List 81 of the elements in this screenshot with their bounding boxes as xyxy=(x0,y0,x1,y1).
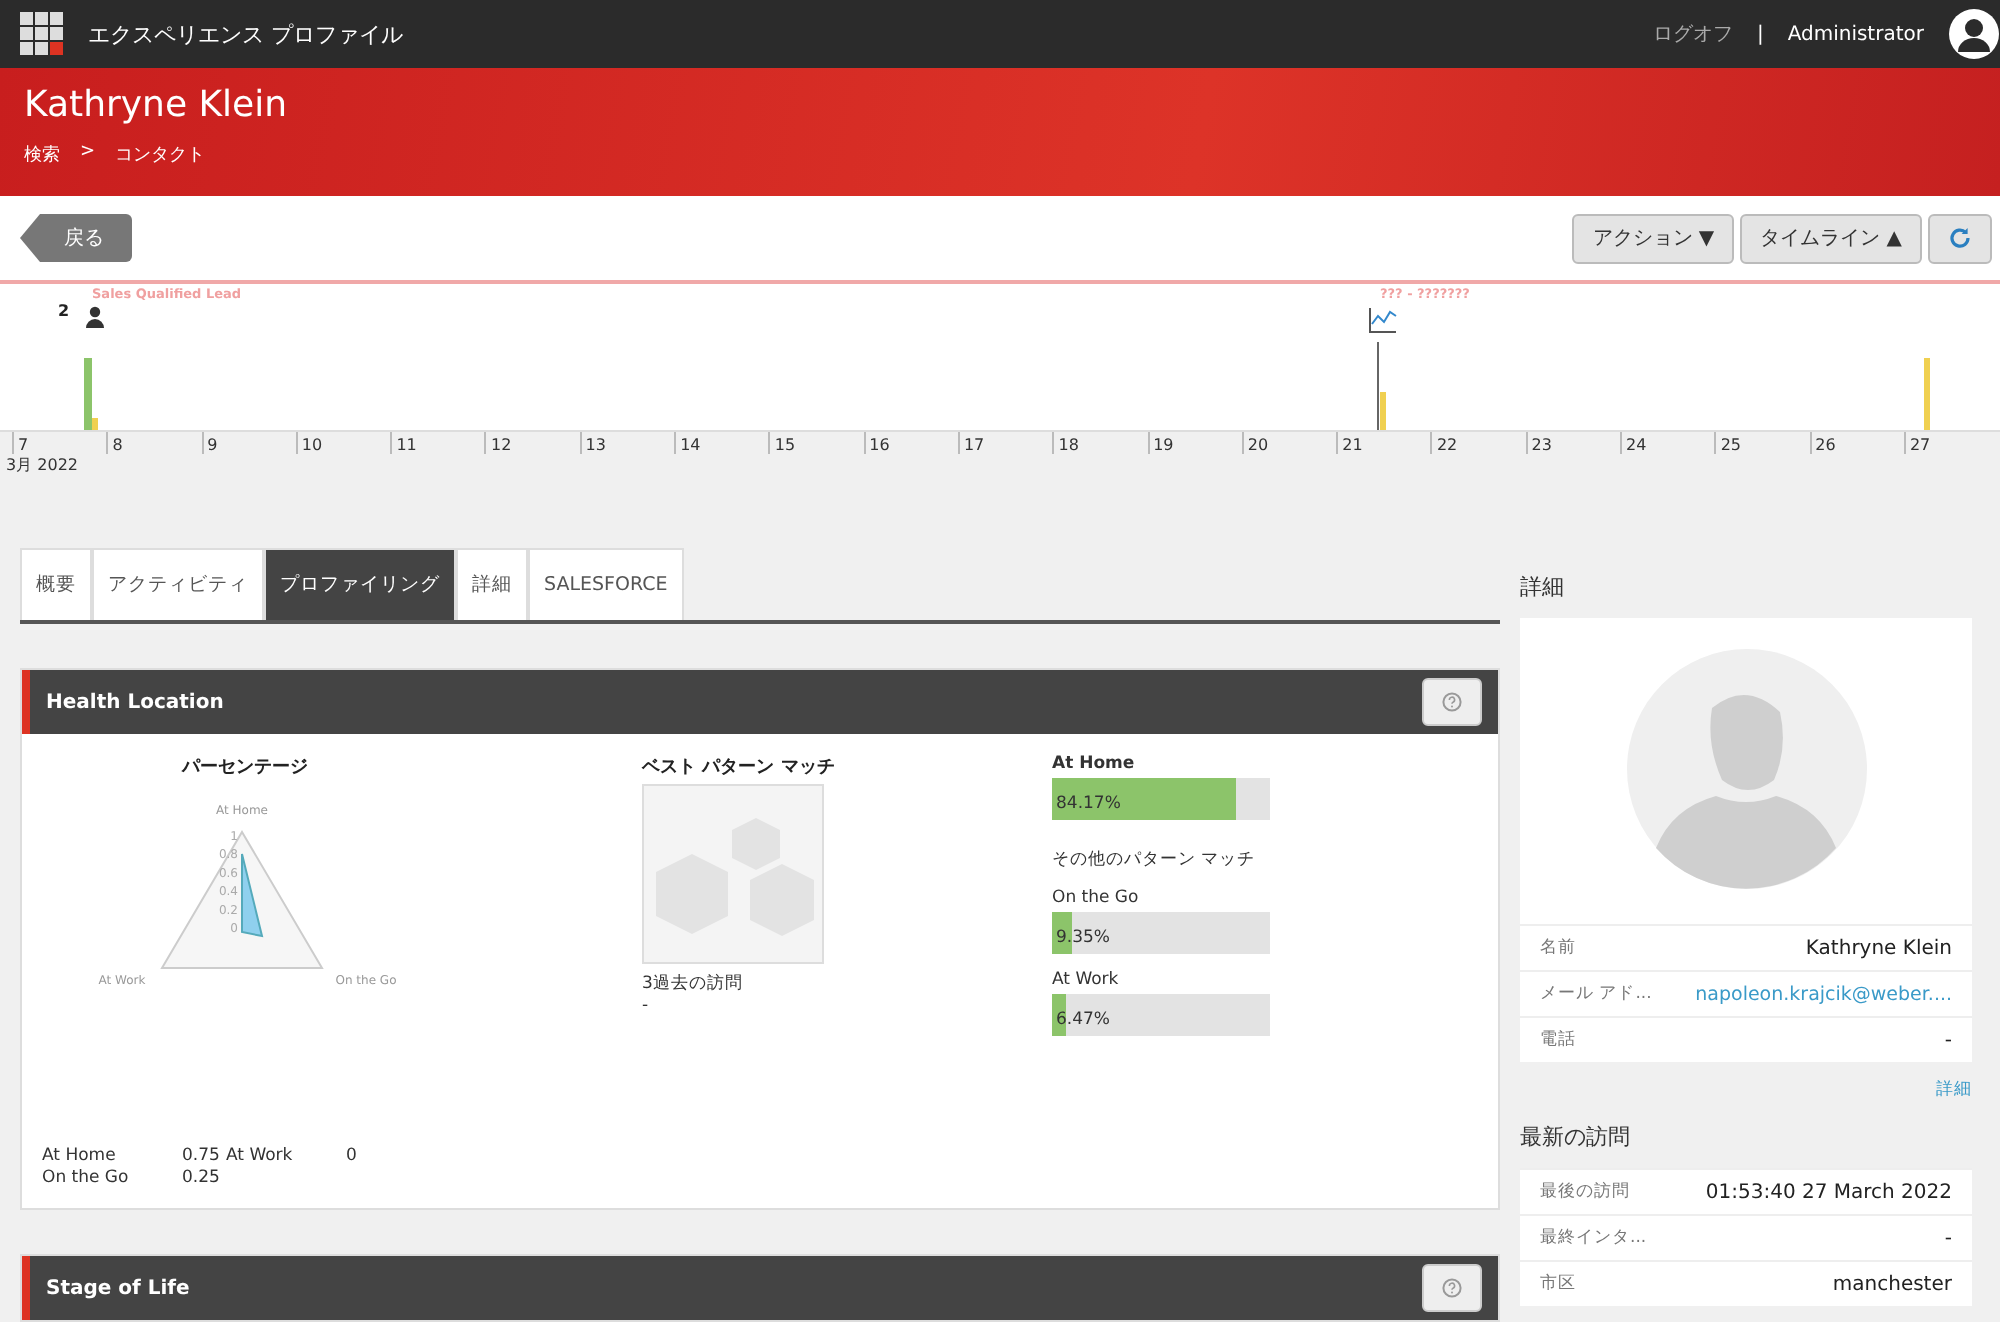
past-visits-value: - xyxy=(642,996,651,1016)
field-value: - xyxy=(1944,1227,1952,1249)
help-icon xyxy=(1442,692,1462,712)
app-grid-icon[interactable] xyxy=(20,12,64,56)
day-label: 14 xyxy=(674,432,769,454)
breadcrumb-link[interactable]: コンタクト xyxy=(115,142,206,168)
field-label: 市区 xyxy=(1540,1272,1576,1296)
chart-icon xyxy=(1368,306,1398,334)
radar-area xyxy=(241,853,264,938)
day-label: 15 xyxy=(768,432,864,454)
breadcrumb-link[interactable]: 検索 xyxy=(24,142,60,168)
day-label: 24 xyxy=(1620,432,1715,454)
field-label: 最後の訪問 xyxy=(1540,1180,1630,1204)
month-label: 3月 2022 xyxy=(4,454,80,476)
pattern-label: At Work xyxy=(1052,970,1121,990)
day-label: 22 xyxy=(1430,432,1526,454)
refresh-icon xyxy=(1948,226,1972,250)
day-label: 25 xyxy=(1714,432,1810,454)
score-value: 0.75 xyxy=(182,1146,222,1166)
day-label: 12 xyxy=(484,432,580,454)
day-label: 21 xyxy=(1336,432,1431,454)
panel-title: Stage of Life xyxy=(46,1277,190,1299)
day-label: 9 xyxy=(201,432,296,454)
tab[interactable]: SALESFORCE xyxy=(528,548,684,620)
pattern-label: On the Go xyxy=(1052,888,1141,908)
tab[interactable]: 詳細 xyxy=(456,548,528,620)
day-label: 8 xyxy=(106,432,202,454)
separator: | xyxy=(1756,23,1764,45)
logoff-link[interactable]: ログオフ xyxy=(1652,20,1733,48)
back-button[interactable]: 戻る xyxy=(20,214,132,262)
user-name[interactable]: Administrator xyxy=(1787,23,1924,45)
help-icon xyxy=(1442,1278,1462,1298)
progress-reading: 84.17% xyxy=(1056,794,1121,814)
field-label: 最終インタ... xyxy=(1540,1226,1647,1250)
day-label: 17 xyxy=(957,432,1053,454)
score-value: 0 xyxy=(346,1146,359,1166)
past-visits-label: 3過去の訪問 xyxy=(642,972,745,996)
day-label: 7 xyxy=(12,432,107,454)
field-value: Kathryne Klein xyxy=(1805,937,1952,959)
score-label: On the Go xyxy=(42,1168,131,1188)
day-label: 18 xyxy=(1052,432,1148,454)
avatar-silhouette-icon xyxy=(1625,648,1867,890)
breadcrumb-separator: > xyxy=(80,142,96,166)
section-title: 最新の訪問 xyxy=(1520,1122,1632,1152)
score-label: At Home xyxy=(42,1146,118,1166)
pattern-label: At Home xyxy=(1052,754,1137,774)
field-label: 電話 xyxy=(1540,1028,1576,1052)
contact-name: Kathryne Klein xyxy=(24,84,290,126)
chart-title: ベスト パターン マッチ xyxy=(642,756,837,780)
day-label: 13 xyxy=(579,432,675,454)
day-label: 26 xyxy=(1809,432,1904,454)
day-label: 20 xyxy=(1241,432,1337,454)
day-label: 10 xyxy=(295,432,391,454)
tab[interactable]: プロファイリング xyxy=(264,548,456,620)
score-label: At Work xyxy=(226,1146,295,1166)
tab[interactable]: アクティビティ xyxy=(92,548,264,620)
section-title: 詳細 xyxy=(1520,572,1566,602)
field-label: メール アド... xyxy=(1540,982,1652,1006)
panel-title: Health Location xyxy=(46,691,224,713)
tab[interactable]: 概要 xyxy=(20,548,92,620)
timeline-button[interactable]: タイムライン ▲ xyxy=(1740,213,1922,263)
help-button[interactable] xyxy=(1422,1264,1482,1312)
field-value: - xyxy=(1944,1029,1952,1051)
actions-button[interactable]: アクション ▼ xyxy=(1572,213,1735,263)
event-count: 2 xyxy=(58,302,70,320)
help-button[interactable] xyxy=(1422,678,1482,726)
day-label: 23 xyxy=(1525,432,1621,454)
day-label: 11 xyxy=(390,432,485,454)
field-value: manchester xyxy=(1832,1273,1952,1295)
other-matches-title: その他のパターン マッチ xyxy=(1052,848,1258,872)
user-avatar-icon[interactable] xyxy=(1948,8,2000,60)
score-value: 0.25 xyxy=(182,1168,222,1188)
chart-title: パーセンテージ xyxy=(182,756,310,780)
day-label: 19 xyxy=(1147,432,1242,454)
refresh-button[interactable] xyxy=(1928,213,1992,263)
field-value: 01:53:40 27 March 2022 xyxy=(1705,1181,1952,1203)
day-label: 16 xyxy=(863,432,958,454)
day-label: 27 xyxy=(1903,432,1999,454)
person-icon xyxy=(86,306,104,328)
app-title: エクスペリエンス プロファイル xyxy=(88,19,403,49)
field-label: 名前 xyxy=(1540,936,1576,960)
